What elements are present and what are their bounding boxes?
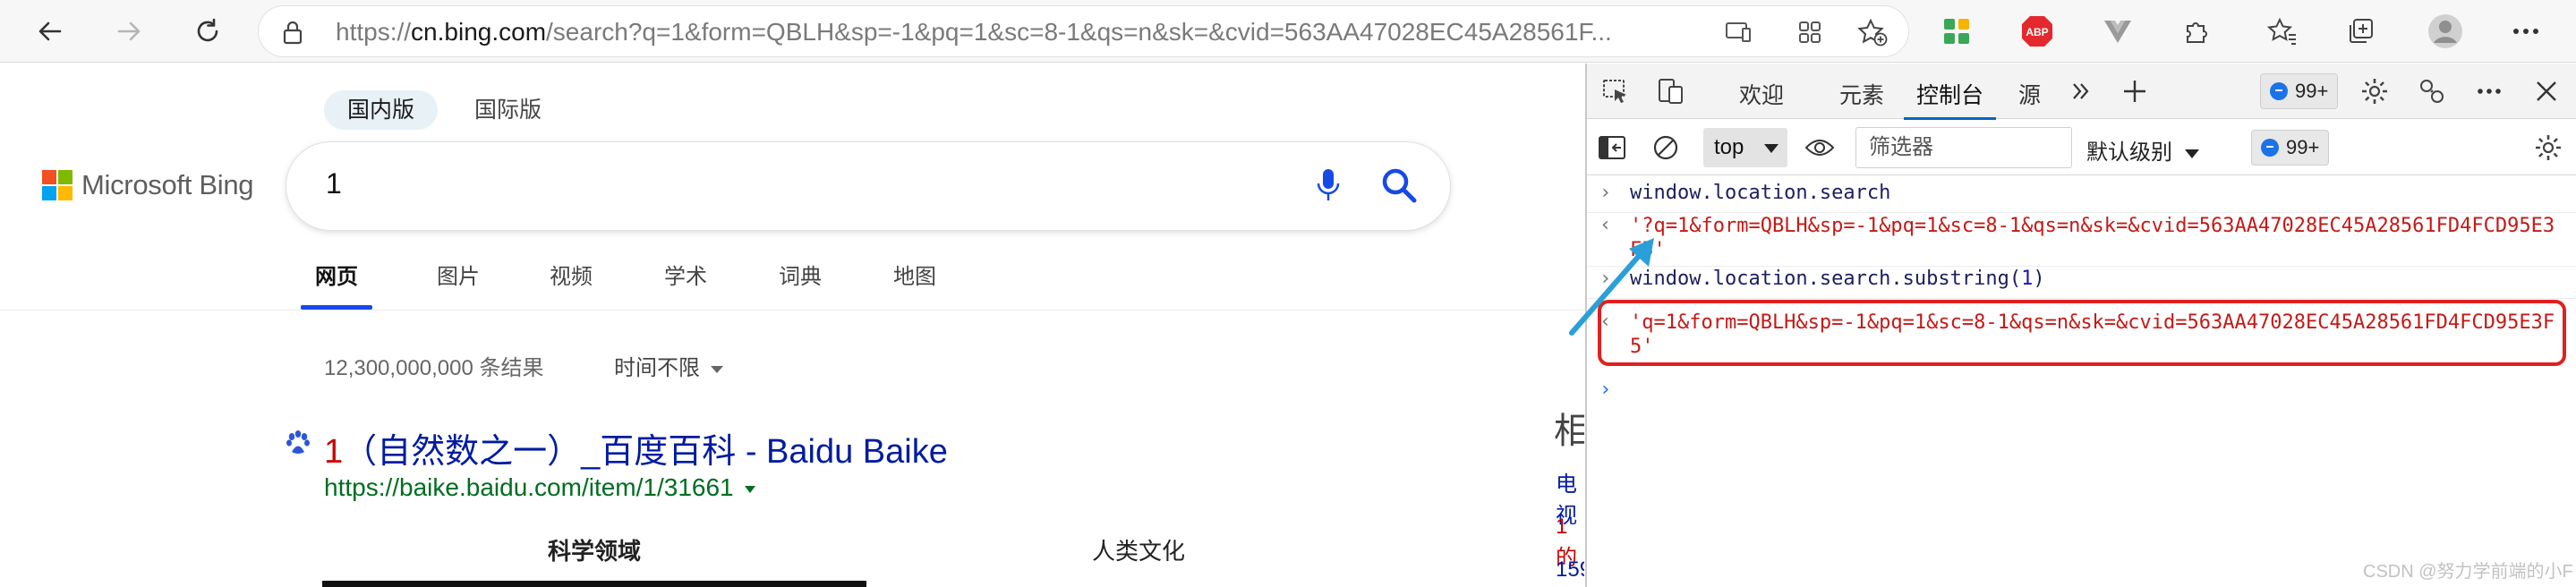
issues-count: 99+ [2286, 136, 2320, 158]
chevron-down-icon [1764, 144, 1778, 153]
collections-icon[interactable] [2341, 12, 2381, 51]
devtools-tab-console[interactable]: 控制台 [1903, 78, 1997, 121]
browser-toolbar: https://cn.bing.com/search?q=1&form=QBLH… [0, 0, 2576, 63]
sidebar-link[interactable]: 159 [1556, 557, 1584, 583]
nav-tab-images[interactable]: 图片 [437, 259, 480, 303]
console-command[interactable]: window.location.search.substring(1) [1630, 268, 2045, 290]
lock-icon[interactable] [282, 20, 303, 49]
forward-icon[interactable] [109, 12, 149, 51]
nav-tab-web[interactable]: 网页 [301, 259, 372, 310]
apps-icon[interactable] [1794, 16, 1826, 48]
clear-console-icon[interactable] [1650, 132, 1682, 164]
extensions-puzzle-icon[interactable] [2177, 12, 2216, 51]
customize-icon[interactable] [2416, 75, 2448, 107]
console-command[interactable]: window.location.search [1630, 182, 1890, 204]
back-icon[interactable] [30, 12, 70, 51]
devtools-panel: 欢迎 元素 控制台 源 99+ top 筛选器 默认级别 99+ › windo… [1585, 64, 2576, 587]
console-separator [1587, 298, 2576, 299]
input-chevron-icon: › [1599, 182, 1612, 204]
bing-logo[interactable]: Microsoft Bing [42, 169, 254, 201]
devtools-tab-elements[interactable]: 元素 [1839, 78, 1884, 110]
device-emulation-icon[interactable] [1655, 75, 1687, 107]
inspect-element-icon[interactable] [1599, 75, 1632, 107]
log-level-label: 默认级别 [2086, 140, 2172, 165]
chevron-down-icon [711, 365, 723, 373]
add-favorite-icon[interactable] [1856, 16, 1889, 48]
console-prompt-icon[interactable]: › [1599, 379, 1611, 401]
refresh-icon[interactable] [188, 12, 227, 51]
issues-count: 99+ [2295, 80, 2329, 102]
console-settings-gear-icon[interactable] [2532, 132, 2564, 164]
nav-tab-academic[interactable]: 学术 [664, 259, 707, 303]
profile-avatar-icon[interactable] [2426, 12, 2465, 51]
console-separator [1587, 266, 2576, 267]
logo-square-red [42, 170, 56, 184]
devtools-more-icon[interactable] [2473, 75, 2505, 107]
result-url[interactable]: https://baike.baidu.com/item/1/31661 [324, 473, 755, 502]
devtools-tab-bar: 欢迎 元素 控制台 源 99+ [1587, 64, 2576, 121]
logo-square-yellow [58, 186, 73, 200]
logo-text: Microsoft Bing [81, 169, 254, 200]
context-label: top [1714, 135, 1744, 159]
log-level-dropdown[interactable]: 默认级别 [2086, 134, 2199, 166]
result-title-link[interactable]: 1（自然数之一）_百度百科 - Baidu Baike [324, 423, 948, 472]
more-tabs-icon[interactable] [2065, 75, 2097, 107]
nav-divider [0, 310, 1584, 311]
annotation-arrow [1569, 238, 1654, 336]
search-input[interactable]: 1 [326, 167, 342, 200]
add-tab-icon[interactable] [2119, 75, 2151, 107]
nav-tab-dictionary[interactable]: 词典 [779, 259, 822, 303]
console-separator [1587, 212, 2576, 213]
nav-tab-maps[interactable]: 地图 [893, 259, 936, 303]
logo-square-green [58, 170, 73, 184]
scope-tab-international[interactable]: 国际版 [451, 90, 565, 130]
sidebar-heading: 相 [1554, 412, 1584, 451]
nav-tab-videos[interactable]: 视频 [550, 259, 593, 303]
devtools-tab-welcome[interactable]: 欢迎 [1739, 78, 1784, 110]
live-expression-eye-icon[interactable] [1804, 132, 1836, 164]
adblock-plus-icon[interactable]: ABP [2017, 12, 2057, 51]
settings-gear-icon[interactable] [2358, 75, 2391, 107]
logo-square-blue [42, 186, 56, 200]
issues-icon [2270, 82, 2288, 100]
sub-tab-science[interactable]: 科学领域 [548, 533, 641, 566]
sub-tab-culture[interactable]: 人类文化 [1092, 533, 1185, 566]
result-count: 12,300,000,000 条结果 [324, 356, 544, 380]
highlight-annotation-box [1598, 300, 2566, 366]
more-menu-icon[interactable] [2506, 12, 2546, 51]
issues-badge-console[interactable]: 99+ [2251, 130, 2330, 166]
console-toolbar: top 筛选器 默认级别 99+ [1587, 120, 2576, 175]
microsoft-logo-icon [42, 170, 73, 200]
caret-down-icon[interactable] [744, 485, 755, 493]
search-icon[interactable] [1380, 166, 1418, 208]
context-selector[interactable]: top [1703, 128, 1787, 167]
extension-collections-icon[interactable] [1937, 12, 1976, 51]
favorites-icon[interactable] [2263, 12, 2302, 51]
time-filter-dropdown[interactable]: 时间不限 [614, 350, 723, 381]
sub-tab-indicator [322, 581, 866, 587]
console-result[interactable]: '?q=1&form=QBLH&sp=-1&pq=1&sc=8-1&qs=n&s… [1630, 214, 2561, 262]
toggle-sidebar-icon[interactable] [1596, 132, 1628, 164]
scope-tab-domestic[interactable]: 国内版 [324, 90, 439, 130]
cast-icon[interactable] [1722, 16, 1754, 48]
close-devtools-icon[interactable] [2530, 75, 2563, 107]
search-box[interactable]: 1 [286, 142, 1450, 230]
baidu-paw-icon [285, 430, 311, 461]
svg-text:ABP: ABP [2026, 26, 2048, 38]
issues-icon [2261, 139, 2279, 157]
watermark: CSDN @努力学前端的小F [2363, 562, 2573, 582]
chevron-down-icon [2185, 149, 2199, 158]
time-filter-label: 时间不限 [614, 356, 700, 380]
vue-devtools-icon[interactable] [2098, 12, 2137, 51]
microphone-icon[interactable] [1316, 167, 1341, 208]
devtools-tab-sources[interactable]: 源 [2018, 78, 2041, 110]
bing-search-page: 国内版 国际版 Microsoft Bing 1 网页 图片 视频 学术 词典 … [0, 64, 1584, 587]
issues-badge[interactable]: 99+ [2260, 73, 2339, 109]
url-text[interactable]: https://cn.bing.com/search?q=1&form=QBLH… [336, 18, 1768, 47]
console-filter-input[interactable]: 筛选器 [1855, 127, 2072, 168]
address-bar[interactable]: https://cn.bing.com/search?q=1&form=QBLH… [258, 5, 1909, 57]
